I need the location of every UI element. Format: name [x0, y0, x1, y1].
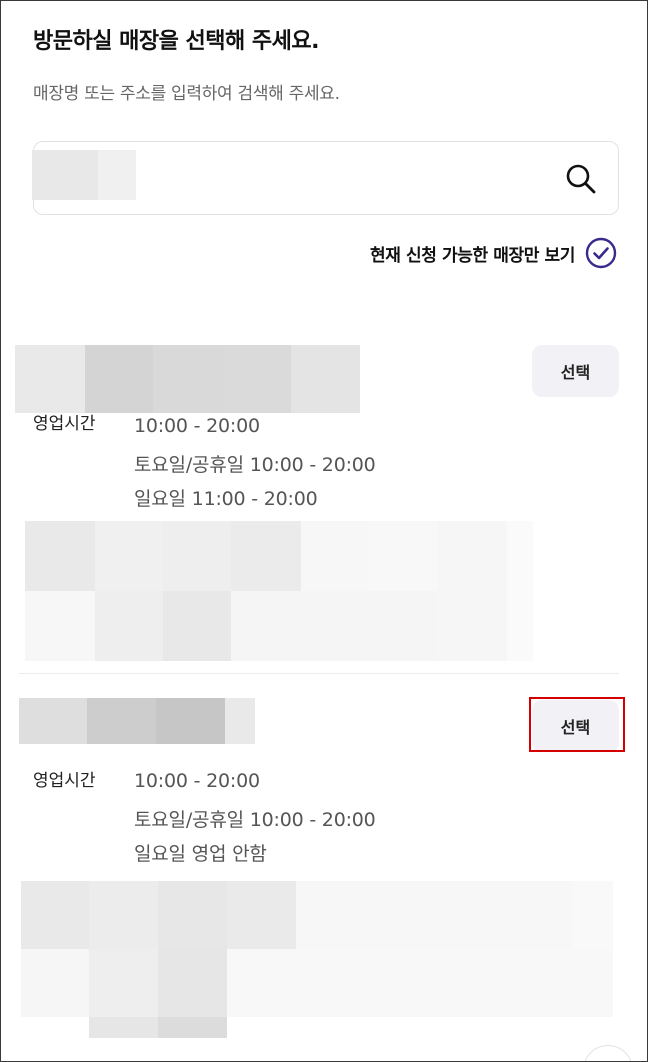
search-redacted-block: [32, 150, 98, 200]
hours-weekend: 토요일/공휴일 10:00 - 20:00: [134, 809, 376, 831]
app-frame: 방문하실 매장을 선택해 주세요. 매장명 또는 주소를 입력하여 검색해 주세…: [0, 0, 648, 1062]
store-divider: [19, 673, 619, 674]
select-button[interactable]: 선택: [532, 345, 619, 397]
store-address-redacted: [21, 881, 613, 1038]
page-subtitle: 매장명 또는 주소를 입력하여 검색해 주세요.: [33, 84, 340, 104]
store-card: 선택 영업시간 10:00 - 20:00 토요일/공휴일 10:00 - 20…: [1, 345, 647, 661]
hours-weekday: 10:00 - 20:00: [134, 770, 260, 792]
check-circle-icon[interactable]: [585, 237, 617, 269]
search-input[interactable]: [98, 160, 538, 196]
hours-weekday: 10:00 - 20:00: [134, 415, 260, 437]
hours-label: 영업시간: [33, 771, 96, 791]
available-stores-filter[interactable]: 현재 신청 가능한 매장만 보기: [370, 237, 617, 269]
hours-sunday: 일요일 11:00 - 20:00: [134, 488, 318, 510]
store-name-redacted: [19, 698, 255, 744]
page-title: 방문하실 매장을 선택해 주세요.: [33, 29, 319, 54]
store-address-redacted: [25, 521, 533, 661]
store-card: 선택 영업시간 10:00 - 20:00 토요일/공휴일 10:00 - 20…: [1, 697, 647, 1038]
hours-weekend: 토요일/공휴일 10:00 - 20:00: [134, 454, 376, 476]
store-name-redacted: [15, 345, 360, 413]
search-icon: [564, 162, 598, 196]
hours-sunday: 일요일 영업 안함: [134, 843, 267, 865]
hours-label: 영업시간: [33, 414, 96, 434]
scroll-top-button[interactable]: [583, 1045, 633, 1061]
select-button-highlight: [529, 697, 625, 752]
filter-label: 현재 신청 가능한 매장만 보기: [370, 245, 575, 266]
search-box: [32, 141, 619, 215]
search-button[interactable]: [562, 160, 600, 198]
